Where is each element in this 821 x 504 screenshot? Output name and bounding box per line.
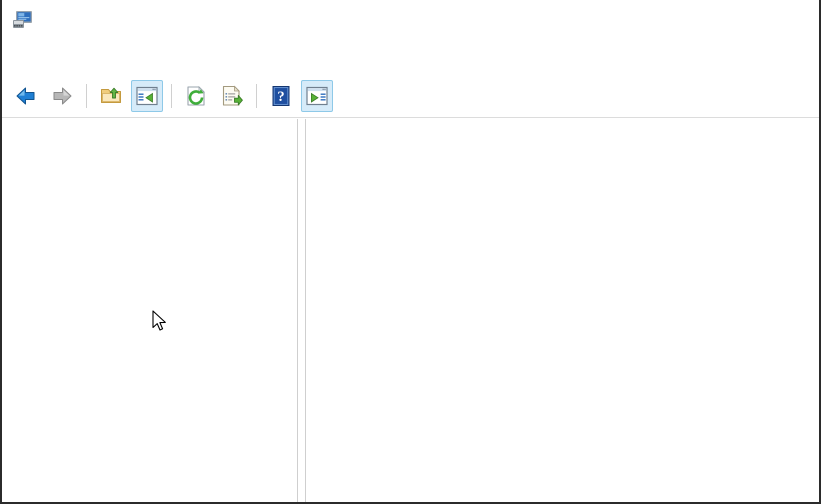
arrow-left-icon (14, 84, 38, 108)
back-button[interactable] (10, 80, 42, 112)
forward-button[interactable] (46, 80, 78, 112)
export-list-button[interactable] (216, 80, 248, 112)
show-hide-console-tree-button[interactable] (131, 80, 163, 112)
title-bar (2, 0, 819, 40)
arrow-right-icon (50, 84, 74, 108)
help-button[interactable]: ? (265, 80, 297, 112)
folder-up-icon (99, 84, 123, 108)
menu-bar (2, 40, 819, 74)
menu-help[interactable] (80, 54, 102, 60)
menu-file[interactable] (14, 54, 36, 60)
pane-splitter[interactable] (297, 119, 306, 502)
refresh-icon (184, 84, 208, 108)
toolbar-separator-3 (256, 84, 257, 108)
svg-text:?: ? (277, 89, 284, 105)
menu-view[interactable] (58, 54, 80, 60)
toolbar-separator-2 (171, 84, 172, 108)
question-mark-icon: ? (269, 84, 293, 108)
action-pane-icon (305, 84, 329, 108)
up-one-level-button[interactable] (95, 80, 127, 112)
computer-management-window: ? (0, 0, 821, 504)
console-tree-pane (2, 119, 297, 502)
toolbar-separator-1 (86, 84, 87, 108)
computer-management-icon (12, 9, 34, 31)
toolbar: ? (2, 74, 819, 118)
export-list-icon (220, 84, 244, 108)
console-tree-icon (135, 84, 159, 108)
list-column-headers (307, 119, 819, 155)
menu-action[interactable] (36, 54, 58, 60)
users-list-pane (307, 119, 819, 502)
show-hide-action-pane-button[interactable] (301, 80, 333, 112)
refresh-button[interactable] (180, 80, 212, 112)
